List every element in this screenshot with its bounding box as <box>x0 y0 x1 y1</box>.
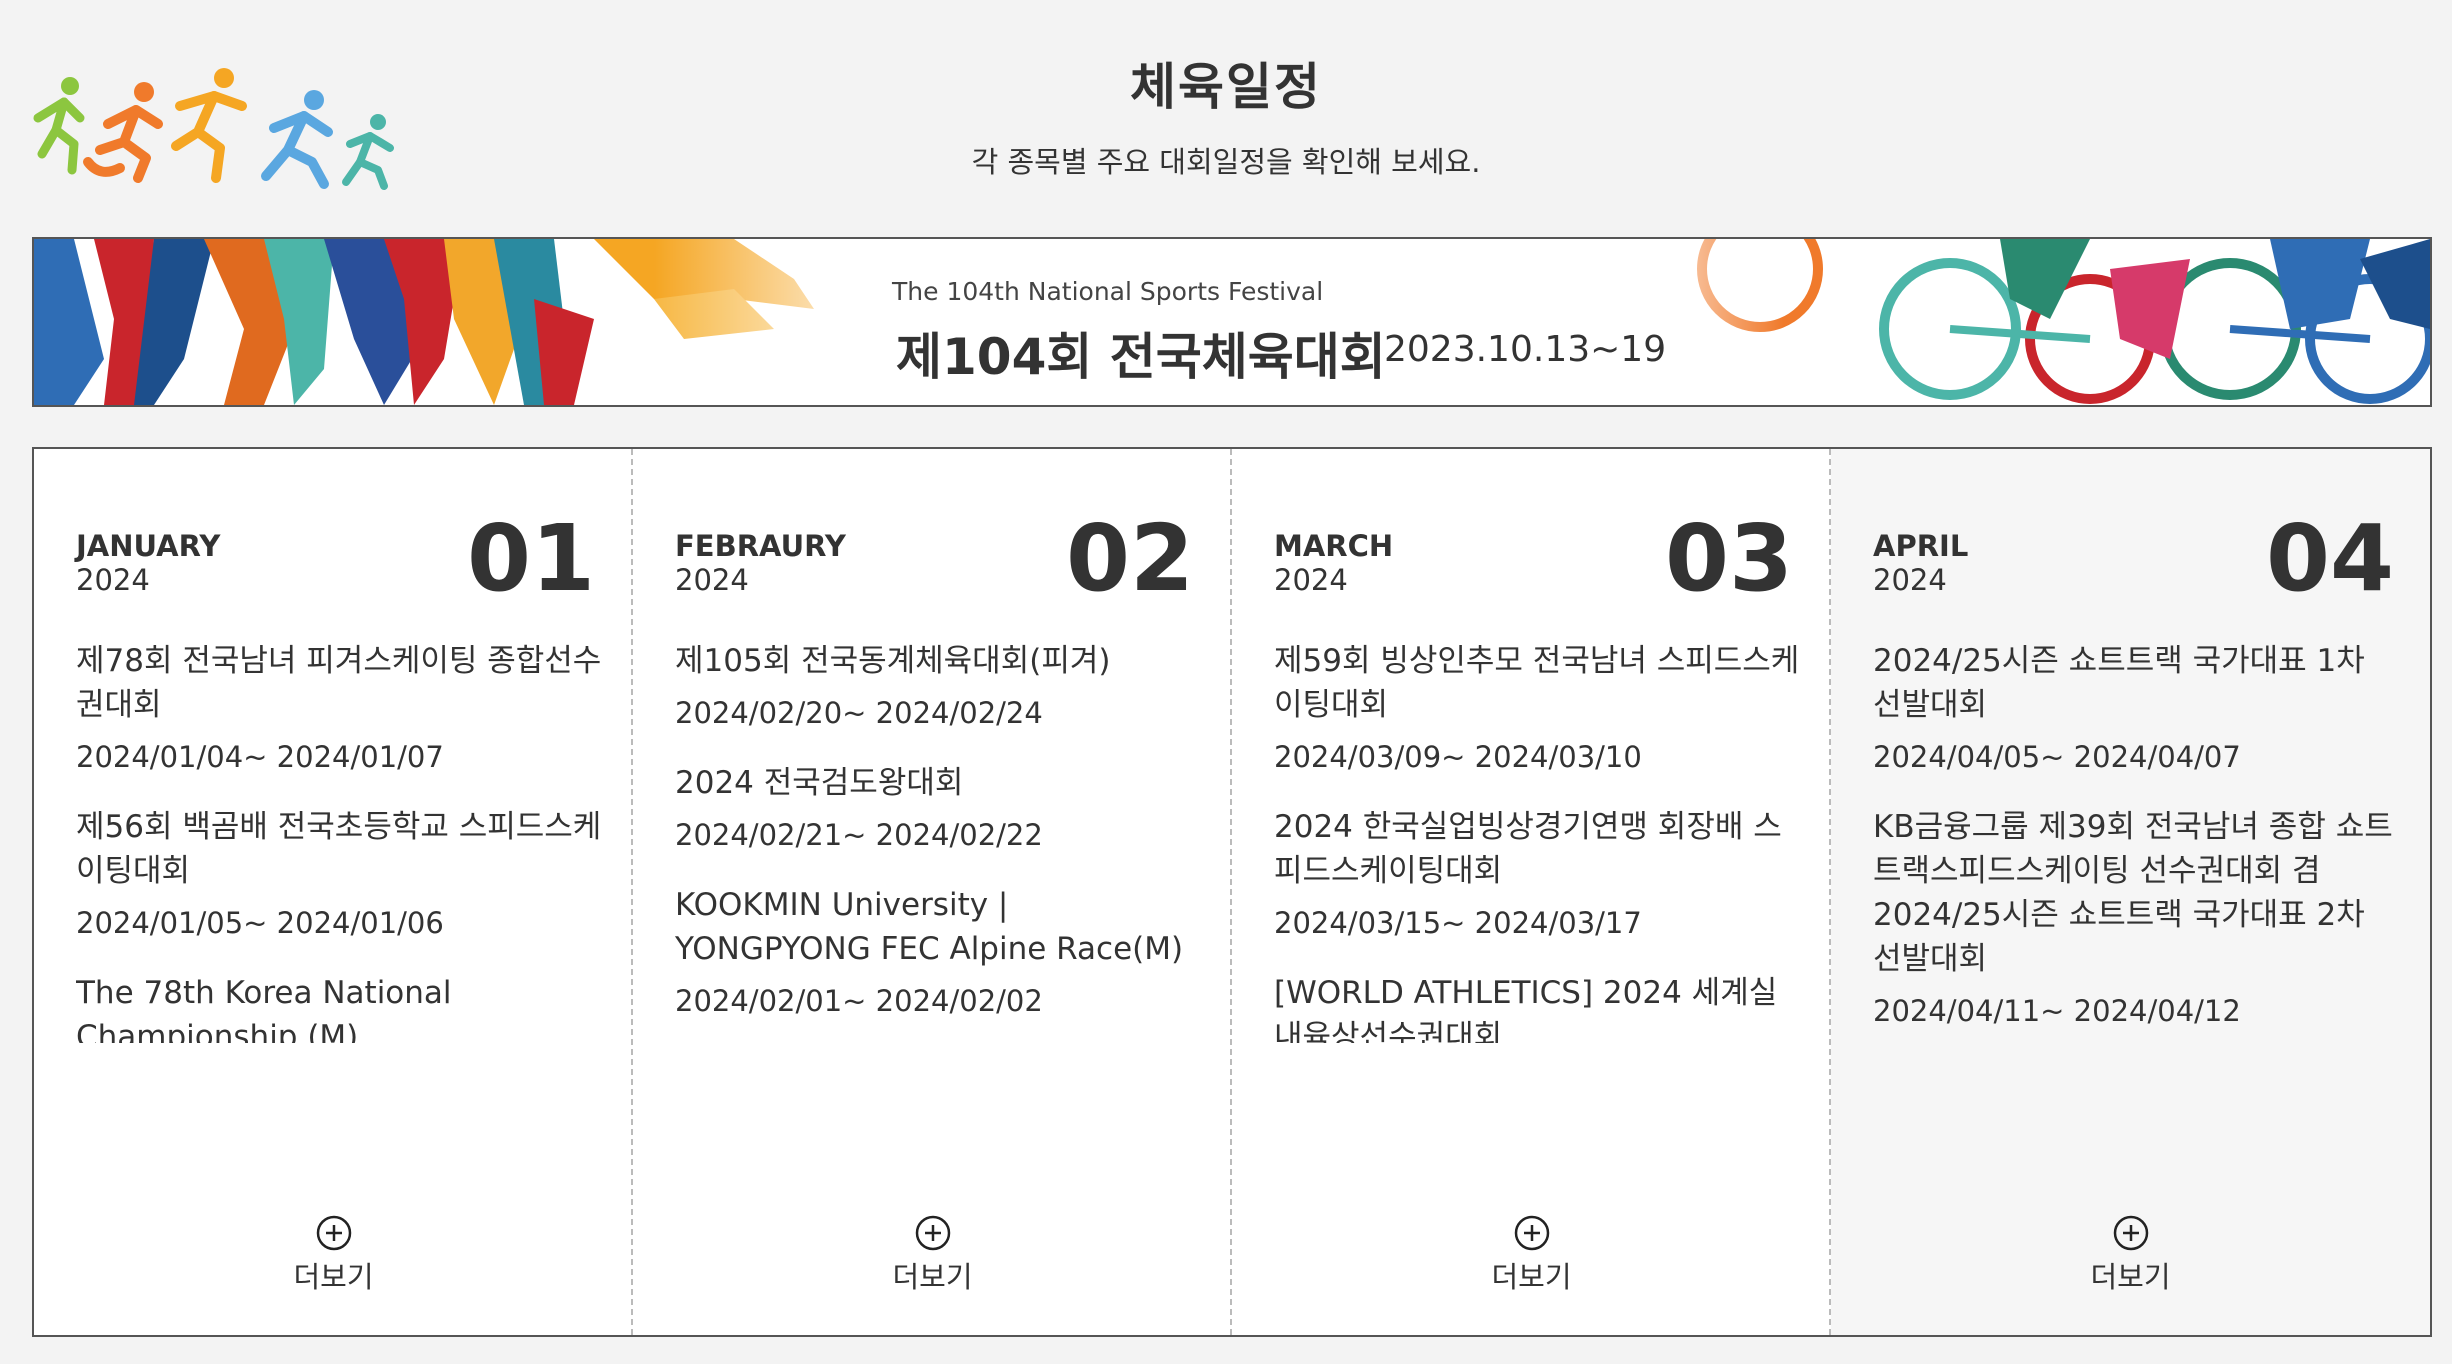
event-list: 제59회 빙상인추모 전국남녀 스피드스케이팅대회 2024/03/09~ 202… <box>1274 639 1804 1043</box>
month-year: 2024 <box>1274 563 1348 597</box>
cyclists-illustration <box>1697 239 2430 404</box>
month-column-april: APRIL 2024 04 2024/25시즌 쇼트트랙 국가대표 1차 선발대회 20… <box>1831 449 2430 1335</box>
event-list: 제78회 전국남녀 피겨스케이팅 종합선수권대회 2024/01/04~ 2024… <box>76 639 606 1043</box>
plus-circle-icon[interactable] <box>914 1214 952 1252</box>
more-label[interactable]: 더보기 <box>34 1254 633 1296</box>
event-title[interactable]: 제78회 전국남녀 피겨스케이팅 종합선수권대회 <box>76 639 606 727</box>
event-item[interactable]: 제78회 전국남녀 피겨스케이팅 종합선수권대회 2024/01/04~ 2024… <box>76 639 606 777</box>
event-title[interactable]: 2024/25시즌 쇼트트랙 국가대표 1차 선발대회 <box>1873 639 2403 727</box>
month-column-febraury: FEBRAURY 2024 02 제105회 전국동계체육대회(피겨) 2024/02/… <box>633 449 1232 1335</box>
month-column-january: JANUARY 2024 01 제78회 전국남녀 피겨스케이팅 종합선수권대회 202… <box>34 449 633 1335</box>
banner-subtitle: The 104th National Sports Festival <box>892 277 1324 306</box>
schedule-panel: JANUARY 2024 01 제78회 전국남녀 피겨스케이팅 종합선수권대회 202… <box>32 447 2432 1337</box>
month-year: 2024 <box>76 563 150 597</box>
page-title: 체육일정 <box>1130 58 1322 116</box>
event-title[interactable]: [WORLD ATHLETICS] 2024 세계실내육상선수권대회 <box>1274 971 1804 1043</box>
event-item[interactable]: 2024 한국실업빙상경기연맹 회장배 스피드스케이팅대회 2024/03/15~… <box>1274 805 1804 943</box>
event-title[interactable]: 제105회 전국동계체육대회(피겨) <box>675 639 1205 683</box>
month-number: 01 <box>466 505 595 612</box>
month-number: 04 <box>2265 505 2394 612</box>
more-button[interactable]: 더보기 <box>34 1214 633 1296</box>
more-label[interactable]: 더보기 <box>1232 1254 1831 1296</box>
event-list: 제105회 전국동계체육대회(피겨) 2024/02/20~ 2024/02/24… <box>675 639 1205 1043</box>
event-item[interactable]: The 78th Korea National Championship (M)… <box>76 971 606 1043</box>
event-item[interactable]: [WORLD ATHLETICS] 2024 세계실내육상선수권대회2024/0… <box>1274 971 1804 1043</box>
event-date: 2024/04/11~ 2024/04/12 <box>1873 994 2241 1028</box>
more-label[interactable]: 더보기 <box>633 1254 1232 1296</box>
month-number: 03 <box>1664 505 1793 612</box>
event-item[interactable]: 제59회 빙상인추모 전국남녀 스피드스케이팅대회 2024/03/09~ 202… <box>1274 639 1804 777</box>
more-button[interactable]: 더보기 <box>1831 1214 2430 1296</box>
page-subtitle: 각 종목별 주요 대회일정을 확인해 보세요. <box>971 145 1481 179</box>
event-date: 2024/03/09~ 2024/03/10 <box>1274 740 1642 774</box>
event-date: 2024/01/04~ 2024/01/07 <box>76 740 444 774</box>
event-title[interactable]: KB금융그룹 제39회 전국남녀 종합 쇼트트랙스피드스케이팅 선수권대회 겸 … <box>1873 805 2403 981</box>
month-name: APRIL <box>1873 529 1969 563</box>
event-title[interactable]: 제56회 백곰배 전국초등학교 스피드스케이팅대회 <box>76 805 606 893</box>
event-list: 2024/25시즌 쇼트트랙 국가대표 1차 선발대회 2024/04/05~ 2… <box>1873 639 2403 1043</box>
month-year: 2024 <box>675 563 749 597</box>
event-item[interactable]: 2024/25시즌 쇼트트랙 국가대표 1차 선발대회 2024/04/05~ 2… <box>1873 639 2403 777</box>
event-date: 2024/01/05~ 2024/01/06 <box>76 906 444 940</box>
event-date: 2024/02/21~ 2024/02/22 <box>675 818 1043 852</box>
more-label[interactable]: 더보기 <box>1831 1254 2430 1296</box>
plus-circle-icon[interactable] <box>2112 1214 2150 1252</box>
event-item[interactable]: 제56회 백곰배 전국초등학교 스피드스케이팅대회 2024/01/05~ 202… <box>76 805 606 943</box>
festival-banner[interactable]: The 104th National Sports Festival 제104회… <box>32 237 2432 407</box>
event-title[interactable]: The 78th Korea National Championship (M) <box>76 971 606 1043</box>
month-number: 02 <box>1065 505 1194 612</box>
event-title[interactable]: 2024 한국실업빙상경기연맹 회장배 스피드스케이팅대회 <box>1274 805 1804 893</box>
month-name: JANUARY <box>76 529 221 563</box>
event-date: 2024/04/05~ 2024/04/07 <box>1873 740 2241 774</box>
event-item[interactable]: KOOKMIN University | YONGPYONG FEC Alpin… <box>675 883 1205 1021</box>
event-item[interactable]: KB금융그룹 제39회 전국남녀 종합 쇼트트랙스피드스케이팅 선수권대회 겸 … <box>1873 805 2403 1031</box>
event-item[interactable]: 2024 전국검도왕대회 2024/02/21~ 2024/02/22 <box>675 761 1205 855</box>
event-date: 2024/02/01~ 2024/02/02 <box>675 984 1043 1018</box>
month-name: FEBRAURY <box>675 529 846 563</box>
event-date: 2024/02/20~ 2024/02/24 <box>675 696 1043 730</box>
plus-circle-icon[interactable] <box>315 1214 353 1252</box>
month-year: 2024 <box>1873 563 1947 597</box>
banner-date: 2023.10.13~19 <box>1384 329 1667 370</box>
month-column-march: MARCH 2024 03 제59회 빙상인추모 전국남녀 스피드스케이팅대회 2024… <box>1232 449 1831 1335</box>
page-header: 체육일정 각 종목별 주요 대회일정을 확인해 보세요. <box>0 52 2452 182</box>
event-item[interactable]: 제105회 전국동계체육대회(피겨) 2024/02/20~ 2024/02/24 <box>675 639 1205 733</box>
banner-title: 제104회 전국체육대회 <box>896 328 1386 386</box>
month-name: MARCH <box>1274 529 1394 563</box>
event-title[interactable]: KOOKMIN University | YONGPYONG FEC Alpin… <box>675 883 1205 971</box>
plus-circle-icon[interactable] <box>1513 1214 1551 1252</box>
more-button[interactable]: 더보기 <box>1232 1214 1831 1296</box>
more-button[interactable]: 더보기 <box>633 1214 1232 1296</box>
page: 체육일정 각 종목별 주요 대회일정을 확인해 보세요. The 104th N… <box>0 0 2452 1364</box>
event-date: 2024/03/15~ 2024/03/17 <box>1274 906 1642 940</box>
event-title[interactable]: 2024 전국검도왕대회 <box>675 761 1205 805</box>
event-title[interactable]: 제59회 빙상인추모 전국남녀 스피드스케이팅대회 <box>1274 639 1804 727</box>
